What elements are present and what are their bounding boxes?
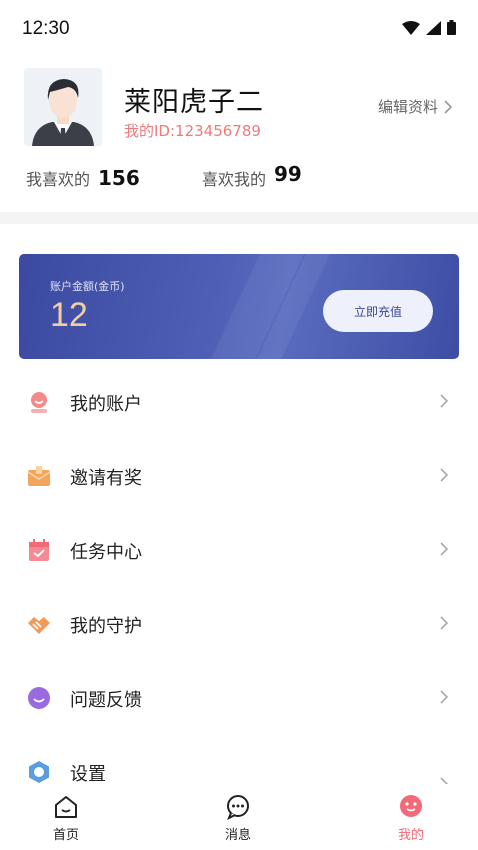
nav-message[interactable]: 消息 — [198, 794, 278, 846]
battery-icon — [447, 20, 456, 35]
account-icon — [31, 392, 47, 413]
menu-item-guard[interactable]: 我的守护 — [0, 588, 478, 662]
likes-stat[interactable]: 我喜欢的 156 — [26, 166, 140, 190]
nav-profile[interactable]: 我的 — [371, 794, 451, 846]
signal-icon — [426, 20, 441, 35]
menu-item-label: 我的账户 — [70, 394, 142, 415]
status-icons — [402, 20, 456, 35]
home-icon — [55, 796, 77, 818]
section-divider — [0, 212, 478, 224]
nav-label: 首页 — [52, 828, 79, 843]
nickname: 莱阳虎子二 — [124, 87, 264, 118]
status-time: 12:30 — [22, 18, 70, 39]
chevron-right-icon — [440, 616, 449, 630]
profile-icon — [400, 795, 422, 817]
menu-item-label: 我的守护 — [70, 616, 142, 637]
chevron-right-icon — [440, 394, 449, 408]
avatar[interactable] — [24, 68, 102, 146]
menu-item-task[interactable]: 任务中心 — [0, 514, 478, 588]
nav-home[interactable]: 首页 — [26, 794, 106, 846]
likes-value: 156 — [98, 166, 140, 190]
user-id: 我的ID:123456789 — [124, 122, 261, 140]
edit-profile-label: 编辑资料 — [377, 98, 438, 116]
liked-by-stat[interactable]: 喜欢我的 99 — [202, 162, 302, 189]
liked-by-value: 99 — [274, 162, 302, 186]
settings-icon — [29, 761, 49, 783]
recharge-button[interactable]: 立即充值 — [323, 290, 433, 332]
chevron-right-icon — [440, 468, 449, 482]
menu-item-feedback[interactable]: 问题反馈 — [0, 662, 478, 736]
menu-item-label: 设置 — [70, 764, 106, 785]
task-icon — [29, 539, 49, 561]
wifi-icon — [402, 20, 420, 35]
menu-item-label: 问题反馈 — [70, 690, 142, 711]
wallet-card: 账户金额(金币) 12 立即充值 — [19, 254, 459, 359]
guard-icon — [28, 617, 50, 634]
menu-item-label: 邀请有奖 — [70, 468, 142, 489]
message-icon — [227, 795, 249, 820]
wallet-label: 账户金额(金币) — [50, 280, 125, 293]
nav-label: 消息 — [224, 828, 251, 843]
chevron-right-icon — [440, 690, 449, 704]
stats-row: 我喜欢的 156 喜欢我的 99 — [26, 162, 456, 200]
menu-item-account[interactable]: 我的账户 — [0, 366, 478, 440]
avatar-illustration-icon — [24, 68, 102, 146]
profile-header: 莱阳虎子二 我的ID:123456789 编辑资料 — [0, 68, 478, 148]
bottom-nav: 首页 消息 我的 — [0, 784, 478, 850]
feedback-icon — [28, 687, 50, 709]
chevron-right-icon — [444, 99, 452, 114]
liked-by-label: 喜欢我的 — [202, 170, 267, 189]
chevron-right-icon — [440, 542, 449, 556]
edit-profile-button[interactable]: 编辑资料 — [378, 96, 452, 117]
likes-label: 我喜欢的 — [26, 170, 91, 189]
nav-label: 我的 — [397, 828, 424, 843]
menu-item-invite[interactable]: 邀请有奖 — [0, 440, 478, 514]
status-bar: 12:30 — [0, 0, 478, 58]
menu-item-label: 任务中心 — [70, 542, 142, 563]
wallet-amount: 12 — [50, 296, 88, 334]
invite-icon — [27, 466, 51, 486]
